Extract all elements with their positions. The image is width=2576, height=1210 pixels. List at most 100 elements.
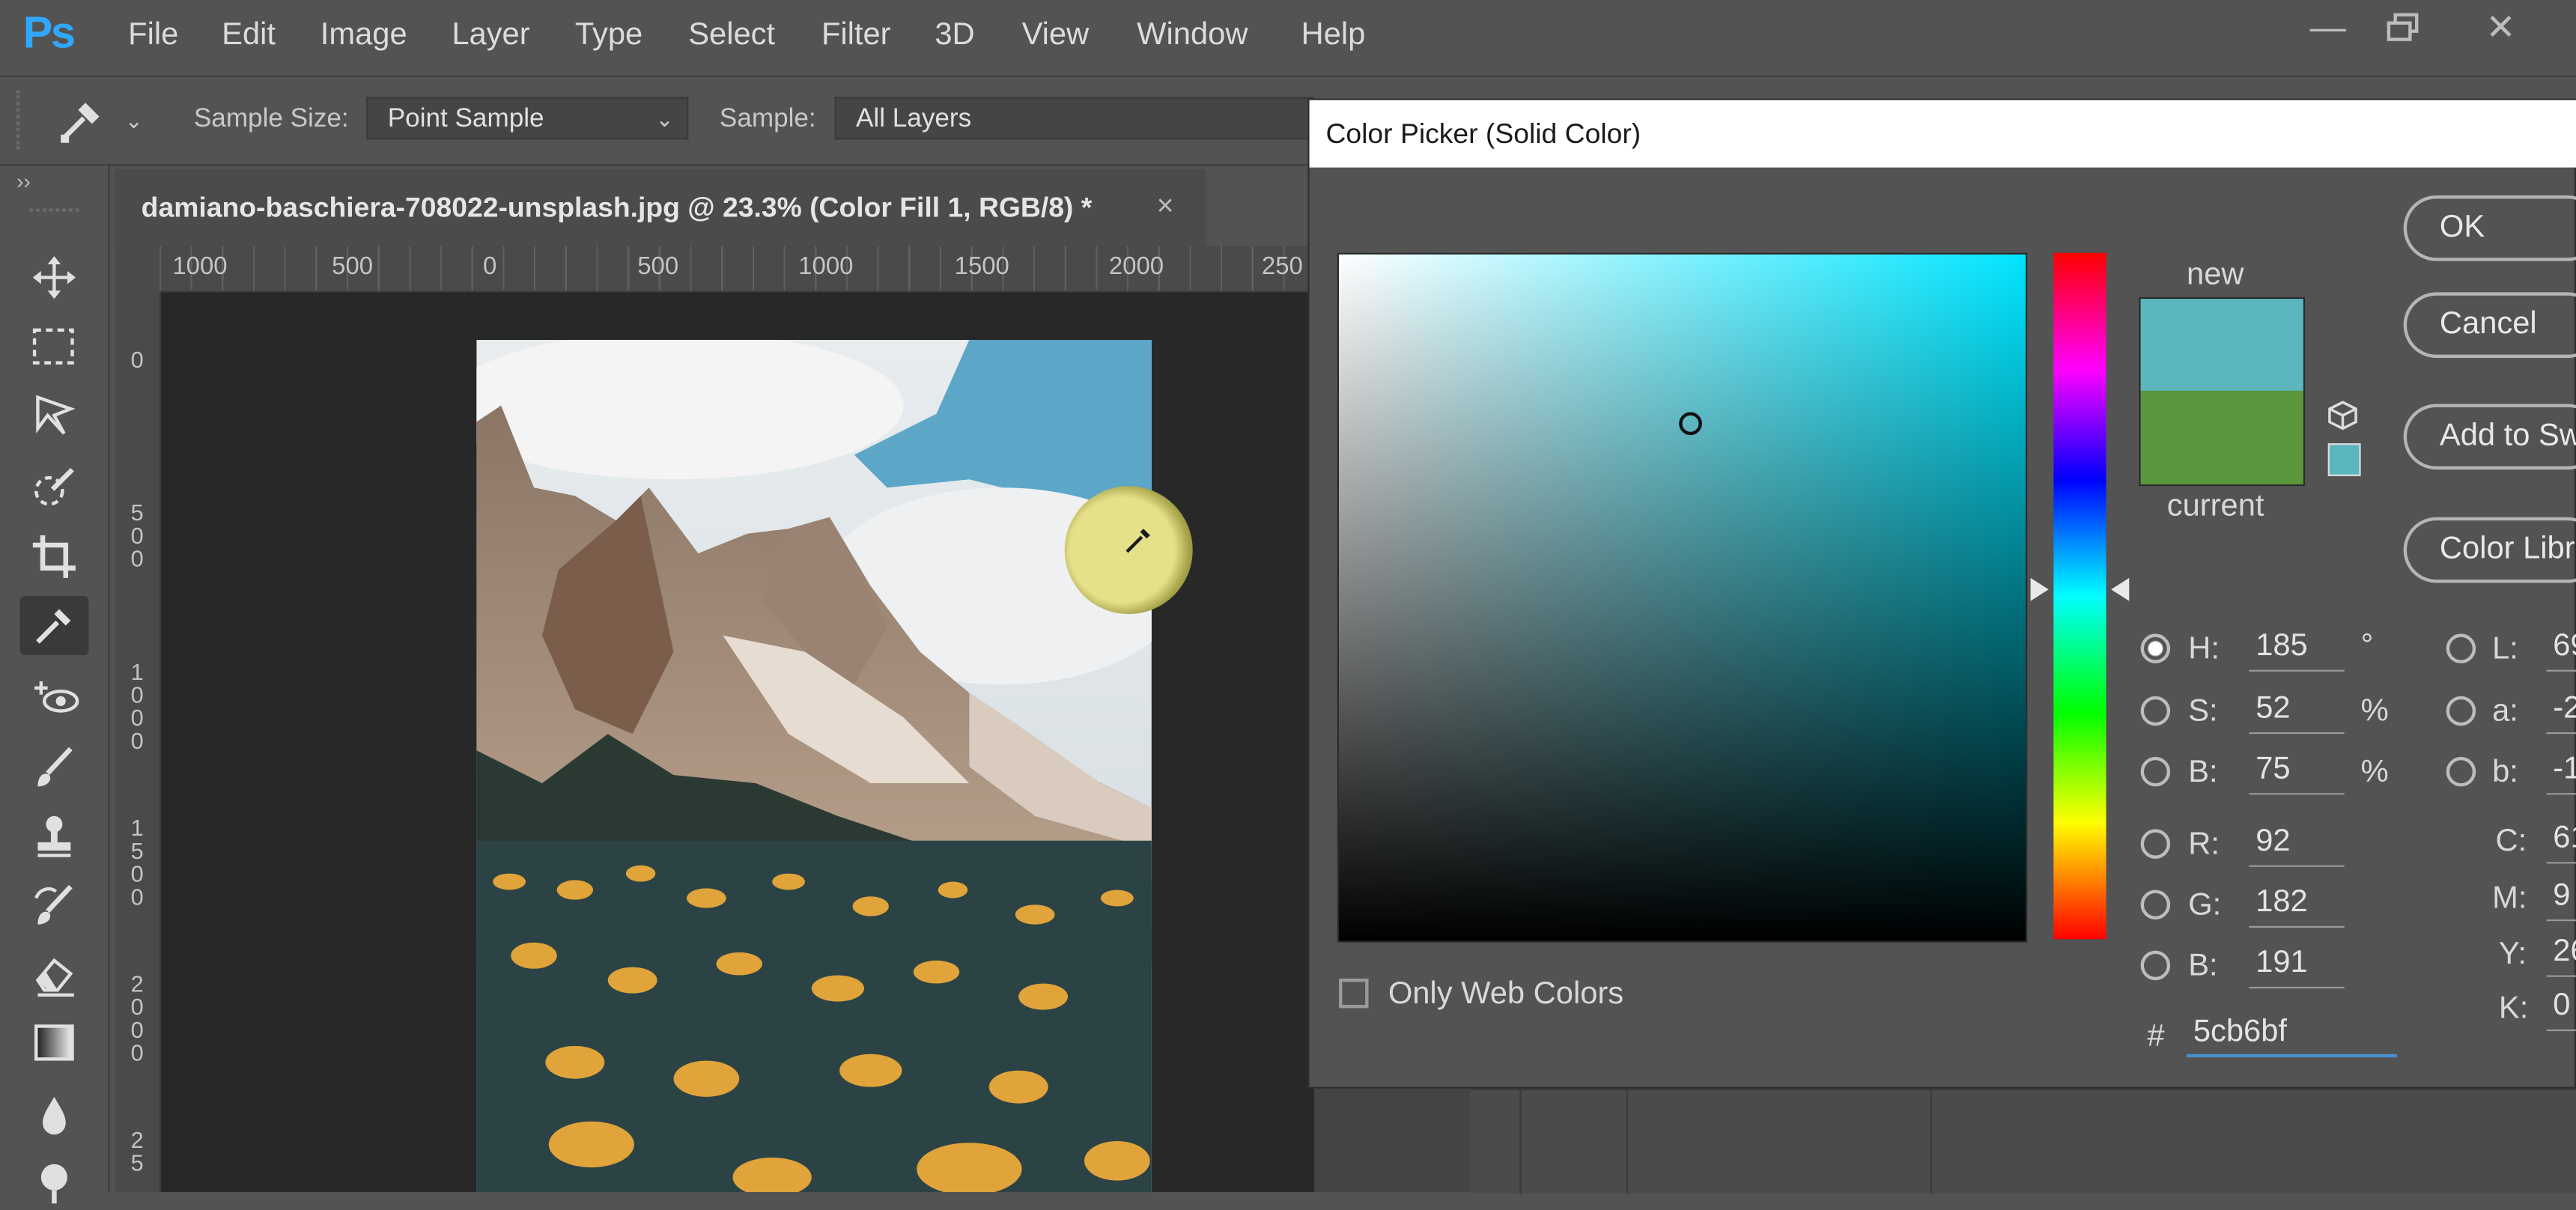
lab-a-input[interactable]: -26: [2546, 691, 2576, 735]
crop-tool-icon[interactable]: [19, 527, 88, 586]
menu-bar: Ps File Edit Image Layer Type Select Fil…: [0, 0, 2576, 78]
brightness-unit: %: [2360, 755, 2389, 790]
move-tool-icon[interactable]: [19, 248, 88, 307]
only-web-colors-label: Only Web Colors: [1388, 976, 1624, 1012]
quick-selection-tool-icon[interactable]: [19, 458, 88, 517]
brightness-label: B:: [2188, 755, 2218, 790]
sample-size-select[interactable]: Point Sample ⌄: [366, 97, 689, 140]
ok-button[interactable]: OK: [2403, 195, 2576, 261]
eyedropper-tool-icon[interactable]: [19, 596, 89, 655]
menu-file[interactable]: File: [128, 18, 178, 54]
hex-input[interactable]: 5cb6bf: [2187, 1015, 2397, 1058]
gradient-tool-icon[interactable]: [19, 1013, 88, 1072]
saturation-radio[interactable]: [2140, 696, 2171, 726]
ruler-tick: 0: [483, 252, 497, 281]
document-title: damiano-baschiera-708022-unsplash.jpg @ …: [141, 192, 1093, 224]
color-selector-circle[interactable]: [1679, 412, 1702, 436]
lab-l-radio[interactable]: [2446, 633, 2476, 663]
brightness-radio[interactable]: [2140, 756, 2171, 787]
lasso-tool-icon[interactable]: [19, 386, 88, 445]
hue-slider[interactable]: [2053, 252, 2106, 940]
ruler-tick: 1000: [798, 252, 854, 281]
menu-help[interactable]: Help: [1301, 18, 1366, 54]
current-color-swatch[interactable]: [2140, 390, 2303, 484]
new-color-swatch: [2140, 299, 2303, 391]
eyedropper-cursor-icon: [1124, 526, 1153, 563]
black-input[interactable]: 0: [2546, 988, 2576, 1032]
red-input[interactable]: 92: [2249, 824, 2345, 867]
document-tab[interactable]: damiano-baschiera-708022-unsplash.jpg @ …: [115, 168, 1206, 249]
close-window-icon[interactable]: ✕: [2485, 7, 2515, 49]
dodge-tool-icon[interactable]: [19, 1151, 88, 1210]
color-libraries-button[interactable]: Color Libraries: [2403, 517, 2576, 583]
brightness-input[interactable]: 75: [2249, 752, 2345, 795]
grip-icon: [29, 208, 79, 216]
hue-input[interactable]: 185: [2249, 629, 2345, 672]
minimize-icon[interactable]: —: [2310, 7, 2346, 49]
ruler-tick: 2 5: [130, 1126, 144, 1176]
red-radio[interactable]: [2140, 829, 2171, 859]
history-brush-tool-icon[interactable]: [19, 875, 88, 934]
color-field[interactable]: [1337, 252, 2028, 943]
options-bar: ⌄ Sample Size: Point Sample ⌄ Sample: Al…: [0, 77, 1315, 166]
grip-icon: [16, 90, 26, 150]
green-input[interactable]: 182: [2249, 885, 2345, 928]
sample-value: All Layers: [856, 105, 972, 133]
hue-slider-right-arrow[interactable]: [2111, 577, 2130, 601]
sample-select[interactable]: All Layers: [834, 97, 1315, 140]
eyedropper-preset-icon[interactable]: [56, 97, 112, 146]
hue-unit: °: [2360, 628, 2374, 663]
menu-view[interactable]: View: [1022, 18, 1090, 54]
red-label: R:: [2188, 827, 2220, 863]
marquee-tool-icon[interactable]: [19, 317, 88, 376]
document-image[interactable]: [476, 339, 1152, 1193]
blue-input[interactable]: 191: [2249, 946, 2345, 989]
ruler-tick: 5 0 0: [130, 499, 144, 572]
menu-layer[interactable]: Layer: [452, 18, 529, 54]
menu-image[interactable]: Image: [321, 18, 407, 54]
chevron-down-icon[interactable]: ⌄: [125, 109, 143, 135]
blue-label: B:: [2188, 949, 2218, 984]
brush-tool-icon[interactable]: [19, 738, 88, 797]
ruler-tick: 500: [332, 252, 374, 281]
spot-healing-tool-icon[interactable]: [19, 665, 88, 724]
hue-slider-left-arrow[interactable]: [2030, 577, 2049, 601]
ruler-tick: 500: [637, 252, 679, 281]
menu-window[interactable]: Window: [1137, 18, 1248, 54]
saturation-input[interactable]: 52: [2249, 691, 2345, 735]
menu-type[interactable]: Type: [575, 18, 643, 54]
close-document-icon[interactable]: ×: [1156, 189, 1173, 223]
blue-radio[interactable]: [2140, 950, 2171, 981]
lab-b-label: b:: [2492, 755, 2518, 790]
lab-b-input[interactable]: -17: [2546, 752, 2576, 795]
menu-filter[interactable]: Filter: [821, 18, 891, 54]
add-to-swatches-button[interactable]: Add to Swatches: [2403, 404, 2576, 470]
color-picker-dialog: Color Picker (Solid Color) new current O…: [1307, 98, 2576, 1089]
yellow-label: Y:: [2498, 937, 2527, 973]
cancel-button[interactable]: Cancel: [2403, 292, 2576, 359]
menu-select[interactable]: Select: [688, 18, 775, 54]
out-of-gamut-cube-icon[interactable]: [2327, 399, 2360, 440]
collapse-panel-icon[interactable]: ››: [16, 169, 31, 194]
cyan-input[interactable]: 61: [2546, 821, 2576, 864]
blur-tool-icon[interactable]: [19, 1085, 88, 1144]
yellow-input[interactable]: 26: [2546, 934, 2576, 977]
ruler-tick: 2 0 0 0: [130, 970, 144, 1066]
clone-stamp-tool-icon[interactable]: [19, 806, 88, 866]
lab-l-label: L:: [2492, 632, 2518, 667]
web-safe-color-swatch[interactable]: [2327, 443, 2361, 476]
lab-a-radio[interactable]: [2446, 696, 2476, 726]
eraser-tool-icon[interactable]: [19, 944, 88, 1003]
restore-icon[interactable]: [2386, 13, 2422, 43]
menu-3d[interactable]: 3D: [935, 18, 974, 54]
lab-l-input[interactable]: 69: [2546, 629, 2576, 672]
only-web-colors-checkbox[interactable]: [1339, 978, 1369, 1009]
lab-b-radio[interactable]: [2446, 756, 2476, 787]
hue-radio[interactable]: [2140, 633, 2171, 663]
green-radio[interactable]: [2140, 890, 2171, 919]
magenta-input[interactable]: 9: [2546, 878, 2576, 922]
dialog-titlebar[interactable]: Color Picker (Solid Color): [1309, 100, 2576, 168]
hex-label: #: [2147, 1019, 2165, 1054]
menu-edit[interactable]: Edit: [222, 18, 276, 54]
ruler-tick: 250: [1261, 252, 1303, 281]
